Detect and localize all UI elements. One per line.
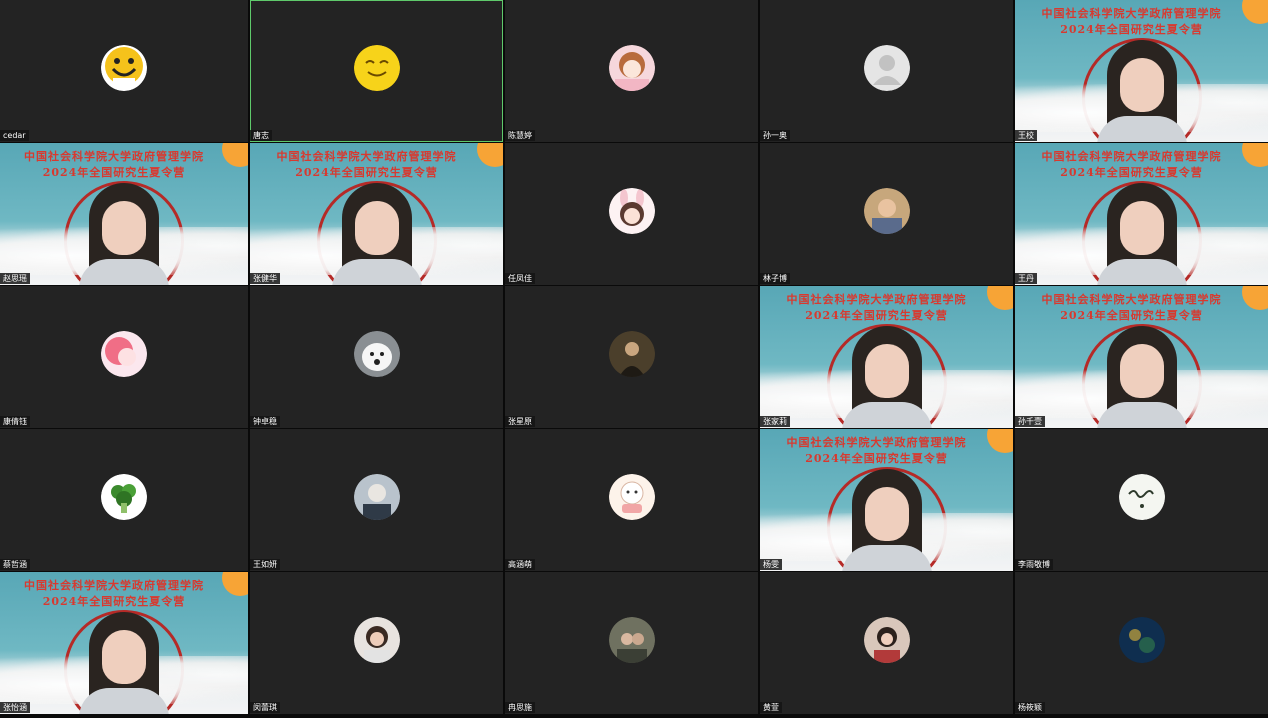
participant-tile[interactable]: 中国社会科学院大学政府管理学院 2024年全国研究生夏令营 张健华 xyxy=(250,143,503,285)
smile-icon xyxy=(101,45,147,91)
participant-name: 孙一奥 xyxy=(760,130,790,141)
anime-girl-icon xyxy=(608,45,655,91)
video-feed: 中国社会科学院大学政府管理学院 2024年全国研究生夏令营 xyxy=(760,429,1013,571)
participant-person xyxy=(1092,175,1192,285)
participant-tile[interactable]: 任凤佳 xyxy=(505,143,758,285)
participant-name: 张怡涵 xyxy=(0,702,30,713)
participant-person xyxy=(1092,32,1192,142)
participant-name: 李雨敬博 xyxy=(1015,559,1053,570)
participant-name: 高涵萌 xyxy=(505,559,535,570)
banner-line1: 中国社会科学院大学政府管理学院 xyxy=(24,579,204,592)
participant-tile[interactable]: 张星原 xyxy=(505,286,758,428)
banner-line1: 中国社会科学院大学政府管理学院 xyxy=(786,293,967,306)
handwriting-icon xyxy=(1118,474,1165,520)
portrait-painting-icon xyxy=(608,331,655,377)
participant-name: 张健华 xyxy=(250,273,280,284)
participant-tile[interactable]: 中国社会科学院大学政府管理学院 2024年全国研究生夏令营 杨雯 xyxy=(760,429,1013,571)
participant-name: cedar xyxy=(0,130,29,141)
participant-tile[interactable]: 中国社会科学院大学政府管理学院 2024年全国研究生夏令营 孙千壹 xyxy=(1015,286,1268,428)
participant-tile[interactable]: 中国社会科学院大学政府管理学院 2024年全国研究生夏令营 张家莉 xyxy=(760,286,1013,428)
participant-name: 林子博 xyxy=(760,273,790,284)
participant-name: 任凤佳 xyxy=(505,273,535,284)
participant-name: 杨筱颖 xyxy=(1015,702,1045,713)
participant-name: 王丹 xyxy=(1015,273,1037,284)
participant-tile[interactable]: 李雨敬博 xyxy=(1015,429,1268,571)
snowy-person-icon xyxy=(353,474,400,520)
participant-tile[interactable]: 高涵萌 xyxy=(505,429,758,571)
participant-tile[interactable]: 王如妍 xyxy=(250,429,503,571)
participant-name: 张星原 xyxy=(505,416,535,427)
participant-name: 孙千壹 xyxy=(1015,416,1045,427)
girl-photo-icon xyxy=(863,617,910,663)
participant-tile[interactable]: 唐志 xyxy=(250,0,503,142)
bunny-girl-icon xyxy=(608,188,655,234)
white-dog-icon xyxy=(353,331,400,377)
cartoon-cat-icon xyxy=(608,474,655,520)
participant-name: 杨雯 xyxy=(760,559,782,570)
earth-night-icon xyxy=(1118,617,1165,663)
banner-line1: 中国社会科学院大学政府管理学院 xyxy=(276,150,457,163)
participant-tile[interactable]: 中国社会科学院大学政府管理学院 2024年全国研究生夏令营 王校 xyxy=(1015,0,1268,142)
woman-photo-icon xyxy=(353,617,400,663)
participant-person xyxy=(837,461,937,571)
broccoli-icon xyxy=(101,474,147,520)
participant-person xyxy=(837,318,937,428)
participant-tile[interactable]: 冉思施 xyxy=(505,572,758,714)
banner-line1: 中国社会科学院大学政府管理学院 xyxy=(24,150,204,163)
participant-name: 黄萱 xyxy=(760,702,782,713)
participant-person xyxy=(74,604,174,714)
participant-tile[interactable]: 黄萱 xyxy=(760,572,1013,714)
banner-line1: 中国社会科学院大学政府管理学院 xyxy=(1041,150,1222,163)
participant-tile[interactable]: 林子博 xyxy=(760,143,1013,285)
participant-tile[interactable]: 康倩钰 xyxy=(0,286,248,428)
participant-tile[interactable]: 杨筱颖 xyxy=(1015,572,1268,714)
participant-person xyxy=(1092,318,1192,428)
participant-tile[interactable]: 中国社会科学院大学政府管理学院 2024年全国研究生夏令营 张怡涵 xyxy=(0,572,248,714)
participant-tile[interactable]: cedar xyxy=(0,0,248,142)
participant-tile[interactable]: 钟卓稳 xyxy=(250,286,503,428)
banner-line1: 中国社会科学院大学政府管理学院 xyxy=(1041,7,1222,20)
video-feed: 中国社会科学院大学政府管理学院 2024年全国研究生夏令营 xyxy=(1015,143,1268,285)
participant-tile[interactable]: 孙一奥 xyxy=(760,0,1013,142)
participant-name: 张家莉 xyxy=(760,416,790,427)
video-feed: 中国社会科学院大学政府管理学院 2024年全国研究生夏令营 xyxy=(250,143,503,285)
banner-line1: 中国社会科学院大学政府管理学院 xyxy=(786,436,967,449)
participant-person xyxy=(74,175,174,285)
pink-anime-icon xyxy=(101,331,147,377)
participant-tile[interactable]: 中国社会科学院大学政府管理学院 2024年全国研究生夏令营 王丹 xyxy=(1015,143,1268,285)
participant-name: 钟卓稳 xyxy=(250,416,280,427)
participant-name: 康倩钰 xyxy=(0,416,30,427)
yellow-smiley-icon xyxy=(353,45,400,91)
video-feed: 中国社会科学院大学政府管理学院 2024年全国研究生夏令营 xyxy=(760,286,1013,428)
video-feed: 中国社会科学院大学政府管理学院 2024年全国研究生夏令营 xyxy=(1015,286,1268,428)
video-feed: 中国社会科学院大学政府管理学院 2024年全国研究生夏令营 xyxy=(1015,0,1268,142)
participant-name: 陈慧婷 xyxy=(505,130,535,141)
video-feed: 中国社会科学院大学政府管理学院 2024年全国研究生夏令营 xyxy=(0,572,248,714)
participant-name: 唐志 xyxy=(250,130,272,141)
participant-name: 王校 xyxy=(1015,130,1037,141)
participant-tile[interactable]: 闵蕾琪 xyxy=(250,572,503,714)
participant-tile[interactable]: 中国社会科学院大学政府管理学院 2024年全国研究生夏令营 赵思瑶 xyxy=(0,143,248,285)
participant-name: 王如妍 xyxy=(250,559,280,570)
group-photo-icon xyxy=(608,617,655,663)
banner-line1: 中国社会科学院大学政府管理学院 xyxy=(1041,293,1222,306)
participant-name: 赵思瑶 xyxy=(0,273,30,284)
default-user-icon xyxy=(863,45,910,91)
video-feed: 中国社会科学院大学政府管理学院 2024年全国研究生夏令营 xyxy=(0,143,248,285)
participant-name: 蔡哲涵 xyxy=(0,559,30,570)
child-photo-icon xyxy=(863,188,910,234)
video-grid: cedar 唐志 陈慧婷 孙一奥 中国社会科学院大学政府管理学院 2024年全国研究生夏令… xyxy=(0,0,1268,718)
participant-tile[interactable]: 陈慧婷 xyxy=(505,0,758,142)
participant-person xyxy=(327,175,427,285)
participant-name: 冉思施 xyxy=(505,702,535,713)
participant-tile[interactable]: 蔡哲涵 xyxy=(0,429,248,571)
participant-name: 闵蕾琪 xyxy=(250,702,280,713)
